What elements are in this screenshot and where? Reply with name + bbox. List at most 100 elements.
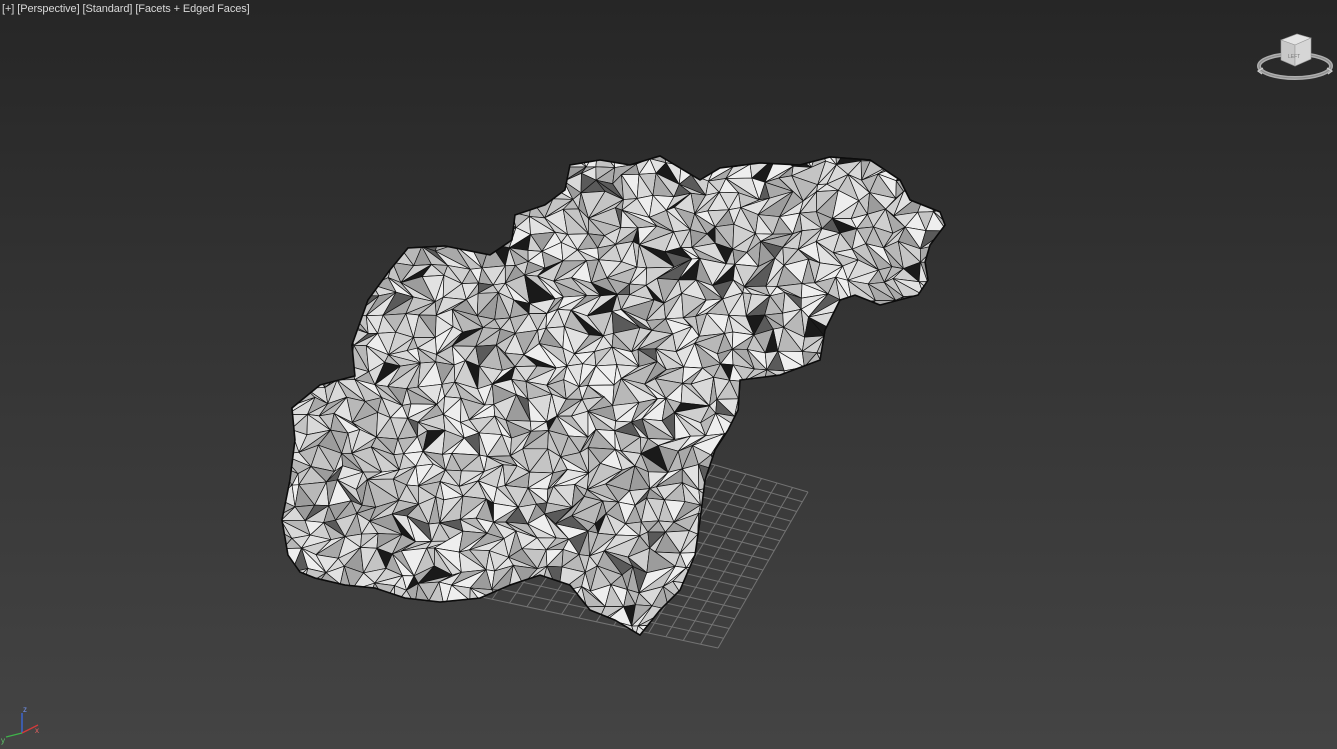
mesh-face <box>914 343 941 364</box>
mesh-face <box>744 398 775 424</box>
mesh-face <box>443 599 471 621</box>
mesh-face <box>886 482 912 508</box>
mesh-face <box>599 632 619 635</box>
mesh-face <box>939 642 958 654</box>
mesh-face <box>843 386 877 395</box>
mesh-face <box>745 398 775 420</box>
mesh-face <box>863 351 891 361</box>
mesh-face <box>738 535 761 559</box>
mesh-face <box>321 199 334 216</box>
mesh-face <box>389 195 417 216</box>
mesh-face <box>841 311 876 336</box>
mesh-face <box>927 567 943 585</box>
perspective-viewport[interactable]: [+] [Perspective] [Standard] [Facets + Edge… <box>0 0 1337 749</box>
mesh-face <box>844 429 880 456</box>
mesh-face <box>545 621 570 635</box>
mesh-face <box>875 331 895 353</box>
mesh-face <box>421 225 444 247</box>
mesh-face <box>386 156 409 168</box>
mesh-face <box>676 607 701 626</box>
mesh-face <box>915 465 945 487</box>
mesh-face <box>955 160 981 173</box>
mesh-face <box>948 310 971 336</box>
mesh-face <box>854 624 874 635</box>
mesh-face <box>425 156 444 178</box>
mesh-face <box>734 415 753 432</box>
mesh-face <box>937 381 945 405</box>
mesh-face <box>893 462 908 482</box>
viewport-plus-menu[interactable]: [+] <box>2 3 14 15</box>
mesh-face <box>833 329 860 354</box>
mesh-face <box>817 565 838 589</box>
mesh-face <box>305 156 320 160</box>
viewport-scene[interactable] <box>0 0 1337 749</box>
mesh-face <box>961 590 978 606</box>
mesh-face <box>282 174 293 202</box>
mesh-face <box>425 156 446 157</box>
viewcube-icon[interactable]: LEFT <box>1255 28 1335 90</box>
mesh-face <box>928 486 945 503</box>
mesh-face <box>917 377 939 398</box>
mesh-face <box>713 156 731 158</box>
mesh-face <box>435 607 458 621</box>
viewport-view-menu[interactable]: [Perspective] <box>17 3 79 15</box>
mesh-face <box>880 446 908 471</box>
mesh-face <box>306 606 324 627</box>
mesh-face <box>927 262 945 282</box>
mesh-face <box>763 565 794 584</box>
mesh-face <box>405 178 435 200</box>
mesh-face <box>953 231 968 252</box>
mesh-face <box>863 621 889 633</box>
mesh-face <box>350 196 370 215</box>
mesh-face <box>734 499 755 519</box>
mesh-face <box>938 582 945 601</box>
mesh-face <box>283 156 319 160</box>
mesh-face <box>954 448 969 468</box>
mesh-face <box>333 274 356 298</box>
mesh-face <box>269 520 281 530</box>
mesh-face <box>478 605 496 625</box>
mesh-face <box>765 428 787 450</box>
mesh-face <box>774 447 808 474</box>
mesh-face <box>734 416 754 433</box>
mesh-face <box>414 600 430 625</box>
viewport-display-mode-menu[interactable]: [Facets + Edged Faces] <box>135 3 249 15</box>
mesh-face <box>766 602 785 623</box>
mesh-face <box>863 480 892 500</box>
mesh-face <box>852 412 880 440</box>
mesh-face <box>282 312 311 334</box>
mesh-face <box>305 198 323 217</box>
mesh-face <box>306 343 326 372</box>
mesh-face <box>841 300 876 312</box>
mesh-face <box>813 386 845 395</box>
mesh-face <box>929 642 950 655</box>
mesh-face <box>459 207 480 236</box>
mesh-face <box>426 199 453 213</box>
mesh-face <box>354 175 380 198</box>
mesh-face <box>330 157 347 186</box>
mesh-face <box>306 299 329 318</box>
mesh-face <box>912 397 933 420</box>
mesh-face <box>408 207 434 231</box>
mesh-face <box>852 603 872 625</box>
mesh-face <box>282 300 308 314</box>
mesh-face <box>885 410 904 435</box>
mesh-face <box>935 502 945 525</box>
mesh-face <box>340 162 360 186</box>
mesh-face <box>628 637 655 651</box>
mesh-face <box>767 554 795 570</box>
mesh-face <box>914 583 940 601</box>
mesh-face <box>309 316 335 330</box>
mesh-face <box>961 567 971 591</box>
mesh-face <box>897 538 916 551</box>
mesh-face <box>917 361 941 383</box>
mesh-face <box>282 414 288 437</box>
mesh-face <box>339 583 367 608</box>
mesh-face <box>767 530 777 557</box>
viewport-label-menu[interactable]: [+] [Perspective] [Standard] [Facets + Edge… <box>2 3 253 15</box>
mesh-face <box>283 361 306 389</box>
rock-mesh[interactable] <box>264 140 981 660</box>
viewport-shading-menu[interactable]: [Standard] <box>83 3 133 15</box>
mesh-face <box>859 368 882 388</box>
mesh-face <box>740 467 760 490</box>
